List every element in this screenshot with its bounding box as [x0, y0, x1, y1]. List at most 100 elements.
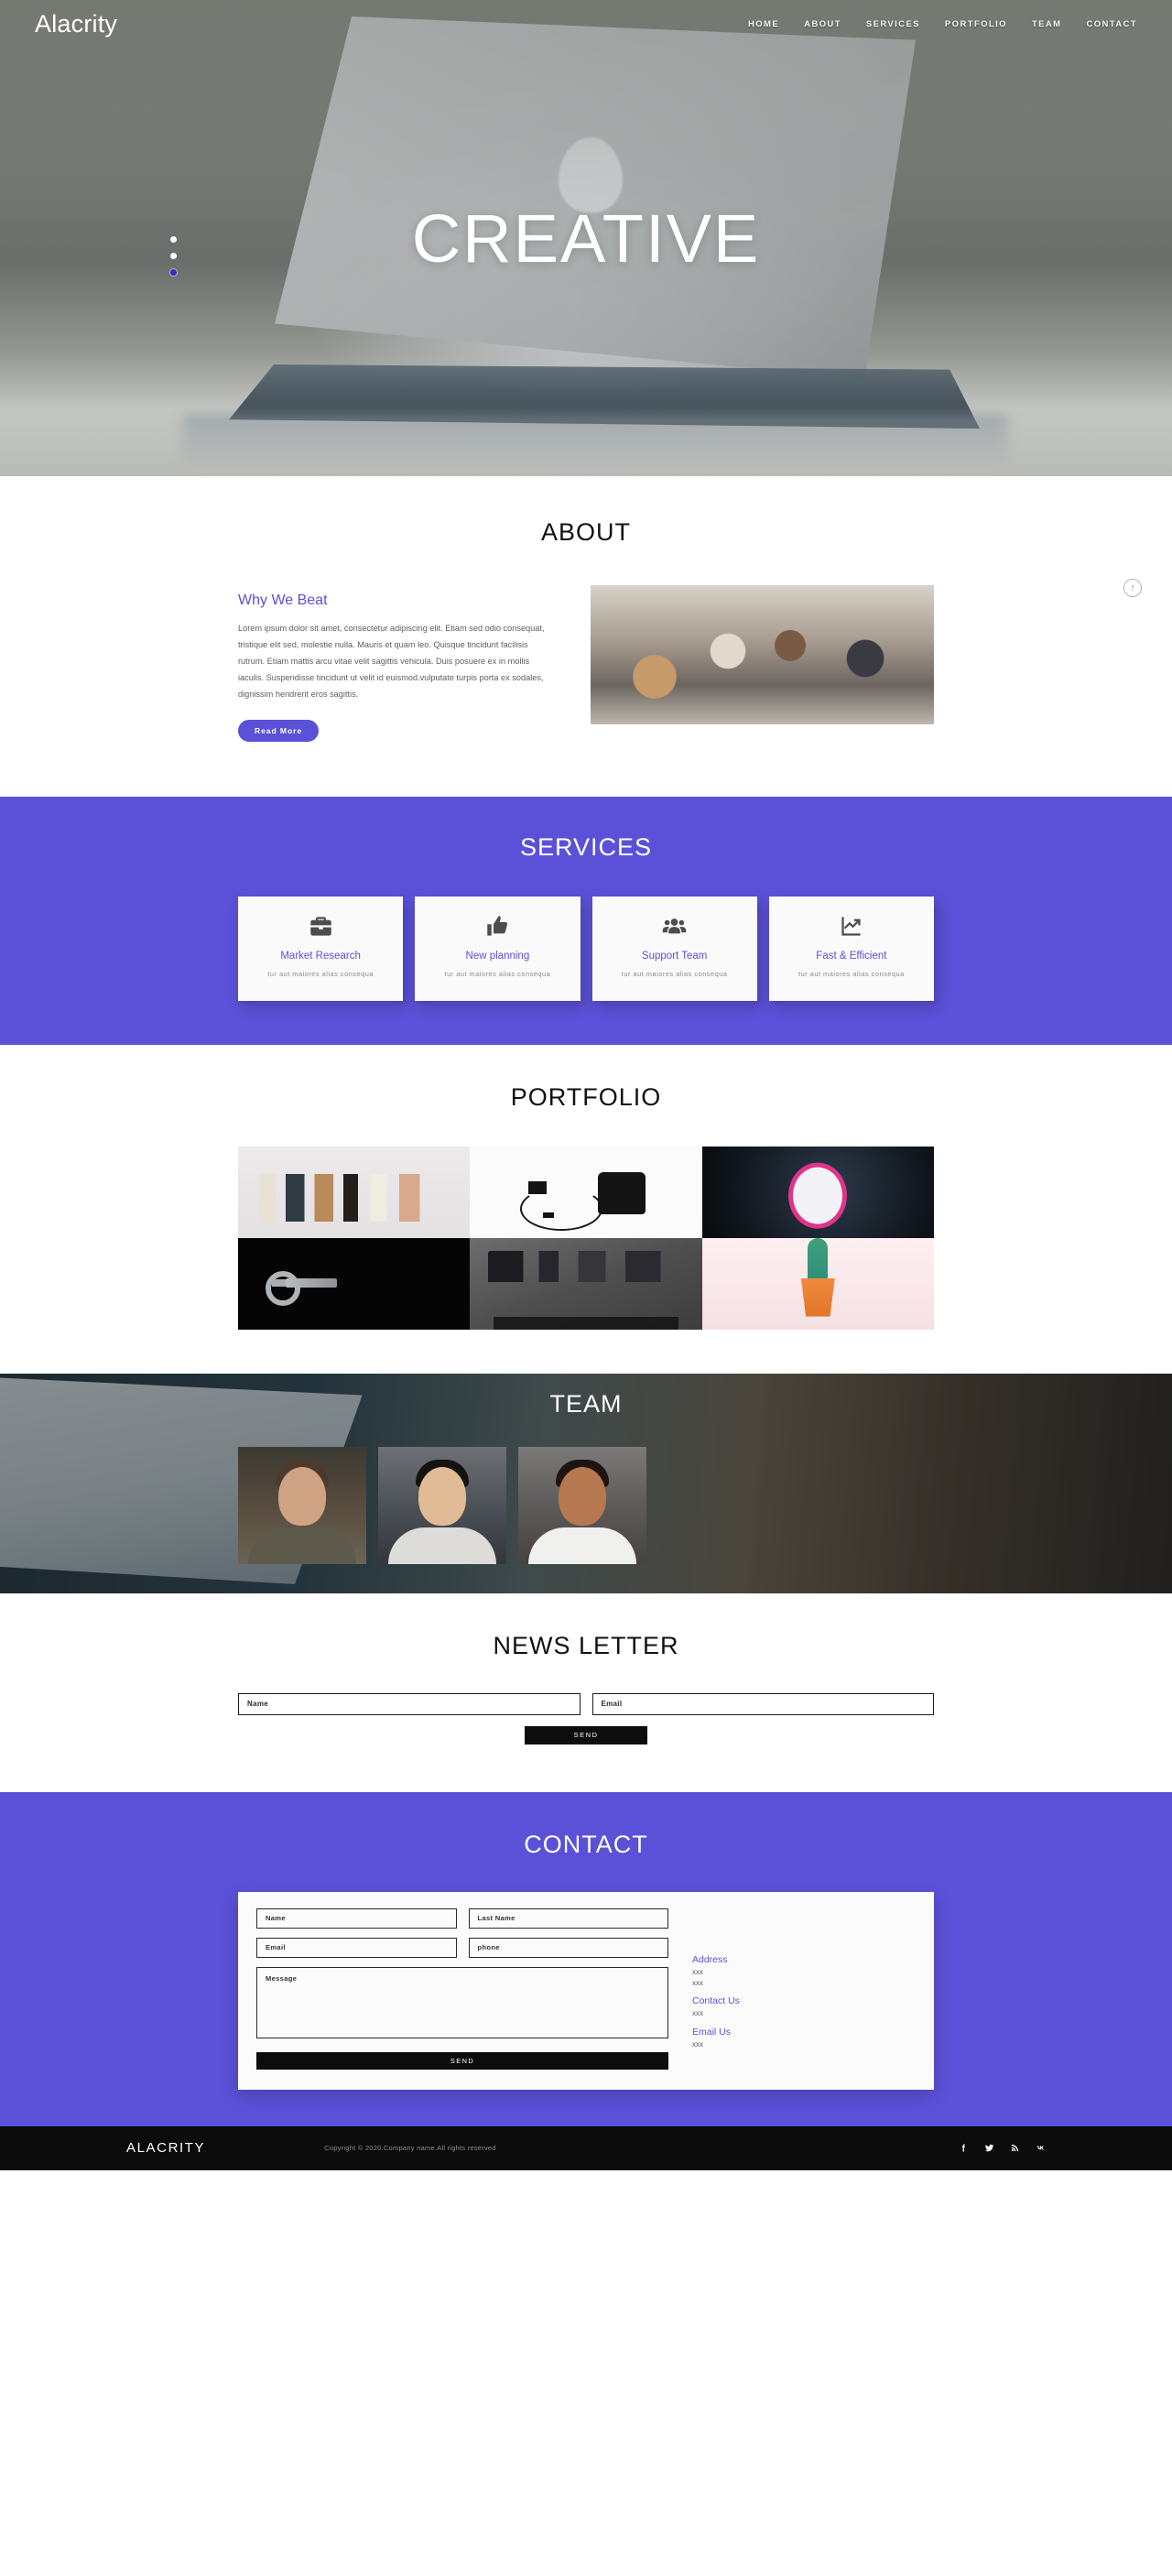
contact-info-address: Address xxx xxx	[692, 1954, 916, 1990]
about-section: ABOUT ↑ Why We Beat Lorem ipsum dolor si…	[0, 476, 1172, 797]
footer-brand: ALACRITY	[126, 2140, 206, 2157]
service-desc: tur aut maiores alias consequa	[267, 969, 374, 978]
service-title: Market Research	[280, 950, 361, 962]
contact-name-input[interactable]	[256, 1908, 457, 1929]
member-face	[278, 1466, 326, 1526]
portfolio-item-silver-key[interactable]	[238, 1237, 471, 1330]
newsletter-section: NEWS LETTER SEND	[0, 1592, 1172, 1792]
portfolio-section: PORTFOLIO	[0, 1044, 1172, 1374]
team-member-photo-1[interactable]	[238, 1446, 366, 1564]
nav-item-contact[interactable]: CONTACT	[1086, 19, 1137, 29]
contact-form: SEND	[256, 1908, 668, 2070]
team-section: TEAM	[0, 1373, 1172, 1593]
contact-info-value: xxx xxx	[692, 1967, 703, 1988]
portfolio-item-rotary-telephone[interactable]	[470, 1146, 702, 1238]
about-content: Why We Beat Lorem ipsum dolor sit amet, …	[238, 585, 934, 742]
briefcase-icon	[247, 913, 394, 940]
footer-copyright: Copyright © 2020.Company name.All rights…	[324, 2144, 496, 2153]
portfolio-item-price-tags[interactable]	[238, 1146, 471, 1238]
about-photo-shapes	[591, 585, 934, 724]
about-section-title: ABOUT	[540, 518, 631, 546]
contact-name-row	[256, 1908, 668, 1929]
chart-growth-icon	[778, 913, 925, 940]
nav-item-services[interactable]: SERVICES	[866, 19, 920, 29]
service-card-market-research[interactable]: Market Research tur aut maiores alias co…	[238, 896, 404, 1001]
member-face	[559, 1466, 606, 1526]
contact-info-contact-us: Contact Us xxx	[692, 1995, 916, 2019]
contact-send-button[interactable]: SEND	[256, 2051, 668, 2070]
main-navbar: Alacrity HOME ABOUT SERVICES PORTFOLIO T…	[0, 0, 1172, 48]
newsletter-form	[238, 1692, 934, 1715]
facebook-icon[interactable]	[959, 2143, 969, 2153]
vk-icon[interactable]	[1036, 2143, 1046, 2153]
rss-icon[interactable]	[1010, 2143, 1020, 2153]
services-section-title: SERVICES	[519, 832, 653, 861]
arrow-up-circle-icon[interactable]: ↑	[1123, 579, 1142, 597]
twitter-icon[interactable]	[984, 2143, 994, 2153]
service-title: New planning	[465, 950, 530, 962]
member-body	[528, 1527, 636, 1564]
contact-info-value: xxx	[692, 2009, 703, 2018]
contact-email-row	[256, 1937, 668, 1958]
newsletter-email-input[interactable]	[591, 1692, 934, 1715]
contact-last-name-input[interactable]	[468, 1908, 668, 1929]
hero-section: Alacrity HOME ABOUT SERVICES PORTFOLIO T…	[0, 0, 1172, 476]
read-more-button[interactable]: Read More	[238, 719, 320, 742]
contact-email-input[interactable]	[256, 1937, 457, 1958]
service-title: Fast & Efficient	[816, 950, 887, 962]
nav-item-about[interactable]: ABOUT	[804, 19, 841, 29]
thumbs-up-icon	[424, 913, 570, 940]
hero-slider-dots	[170, 236, 177, 276]
newsletter-section-title: NEWS LETTER	[493, 1631, 679, 1659]
about-heading: Why We Beat	[238, 592, 328, 608]
member-body	[248, 1527, 356, 1564]
slider-dot-1[interactable]	[170, 236, 177, 243]
team-members-grid	[238, 1446, 646, 1564]
brand-logo[interactable]: Alacrity	[35, 10, 117, 38]
member-face	[418, 1466, 466, 1526]
contact-message-textarea[interactable]	[256, 1966, 668, 2038]
slider-dot-3[interactable]	[170, 269, 177, 276]
footer-social-links	[959, 2143, 1046, 2153]
contact-card: SEND Address xxx xxx Contact Us xxx Emai…	[238, 1891, 934, 2090]
team-section-title: TEAM	[549, 1389, 623, 1418]
contact-section: CONTACT SEND Address xxx xxx Contact Us …	[0, 1791, 1172, 2126]
contact-info-heading: Contact Us	[692, 1995, 740, 2007]
nav-links: HOME ABOUT SERVICES PORTFOLIO TEAM CONTA…	[748, 19, 1137, 29]
contact-info-value: xxx	[692, 2039, 703, 2049]
newsletter-send-button[interactable]: SEND	[525, 1725, 647, 1745]
nav-item-portfolio[interactable]: PORTFOLIO	[945, 19, 1007, 29]
service-card-fast-efficient[interactable]: Fast & Efficient tur aut maiores alias c…	[768, 896, 934, 1001]
team-member-photo-3[interactable]	[518, 1446, 646, 1564]
nav-item-team[interactable]: TEAM	[1032, 19, 1062, 29]
users-group-icon	[602, 913, 748, 940]
contact-phone-input[interactable]	[468, 1937, 668, 1958]
member-body	[388, 1527, 496, 1564]
service-desc: tur aut maiores alias consequa	[798, 969, 905, 978]
about-paragraph: Lorem ipsum dolor sit amet, consectetur …	[238, 624, 545, 699]
about-text-column: Why We Beat Lorem ipsum dolor sit amet, …	[238, 585, 554, 742]
portfolio-grid	[238, 1146, 934, 1330]
nav-item-home[interactable]: HOME	[748, 19, 779, 29]
service-card-new-planning[interactable]: New planning tur aut maiores alias conse…	[415, 896, 581, 1001]
services-grid: Market Research tur aut maiores alias co…	[238, 896, 934, 1001]
slider-dot-2[interactable]	[170, 253, 177, 259]
service-desc: tur aut maiores alias consequa	[621, 969, 728, 978]
page-footer: ALACRITY Copyright © 2020.Company name.A…	[0, 2125, 1172, 2170]
service-card-support-team[interactable]: Support Team tur aut maiores alias conse…	[591, 896, 757, 1001]
portfolio-item-flatlay-accessories[interactable]	[470, 1237, 702, 1330]
portfolio-item-cactus[interactable]	[701, 1237, 934, 1330]
contact-info-heading: Email Us	[692, 2026, 732, 2038]
contact-section-title: CONTACT	[524, 1830, 648, 1858]
services-section: SERVICES Market Research tur aut maiores…	[0, 796, 1172, 1045]
team-member-photo-2[interactable]	[378, 1446, 506, 1564]
service-title: Support Team	[641, 950, 708, 962]
contact-info: Address xxx xxx Contact Us xxx Email Us …	[668, 1908, 916, 2070]
newsletter-name-input[interactable]	[238, 1692, 581, 1715]
portfolio-item-alarm-clock[interactable]	[701, 1146, 934, 1238]
service-desc: tur aut maiores alias consequa	[444, 969, 551, 978]
contact-info-heading: Address	[692, 1953, 728, 1965]
portfolio-section-title: PORTFOLIO	[510, 1082, 662, 1111]
contact-info-email-us: Email Us xxx	[692, 2027, 916, 2050]
hero-title: CREATIVE	[411, 200, 761, 277]
